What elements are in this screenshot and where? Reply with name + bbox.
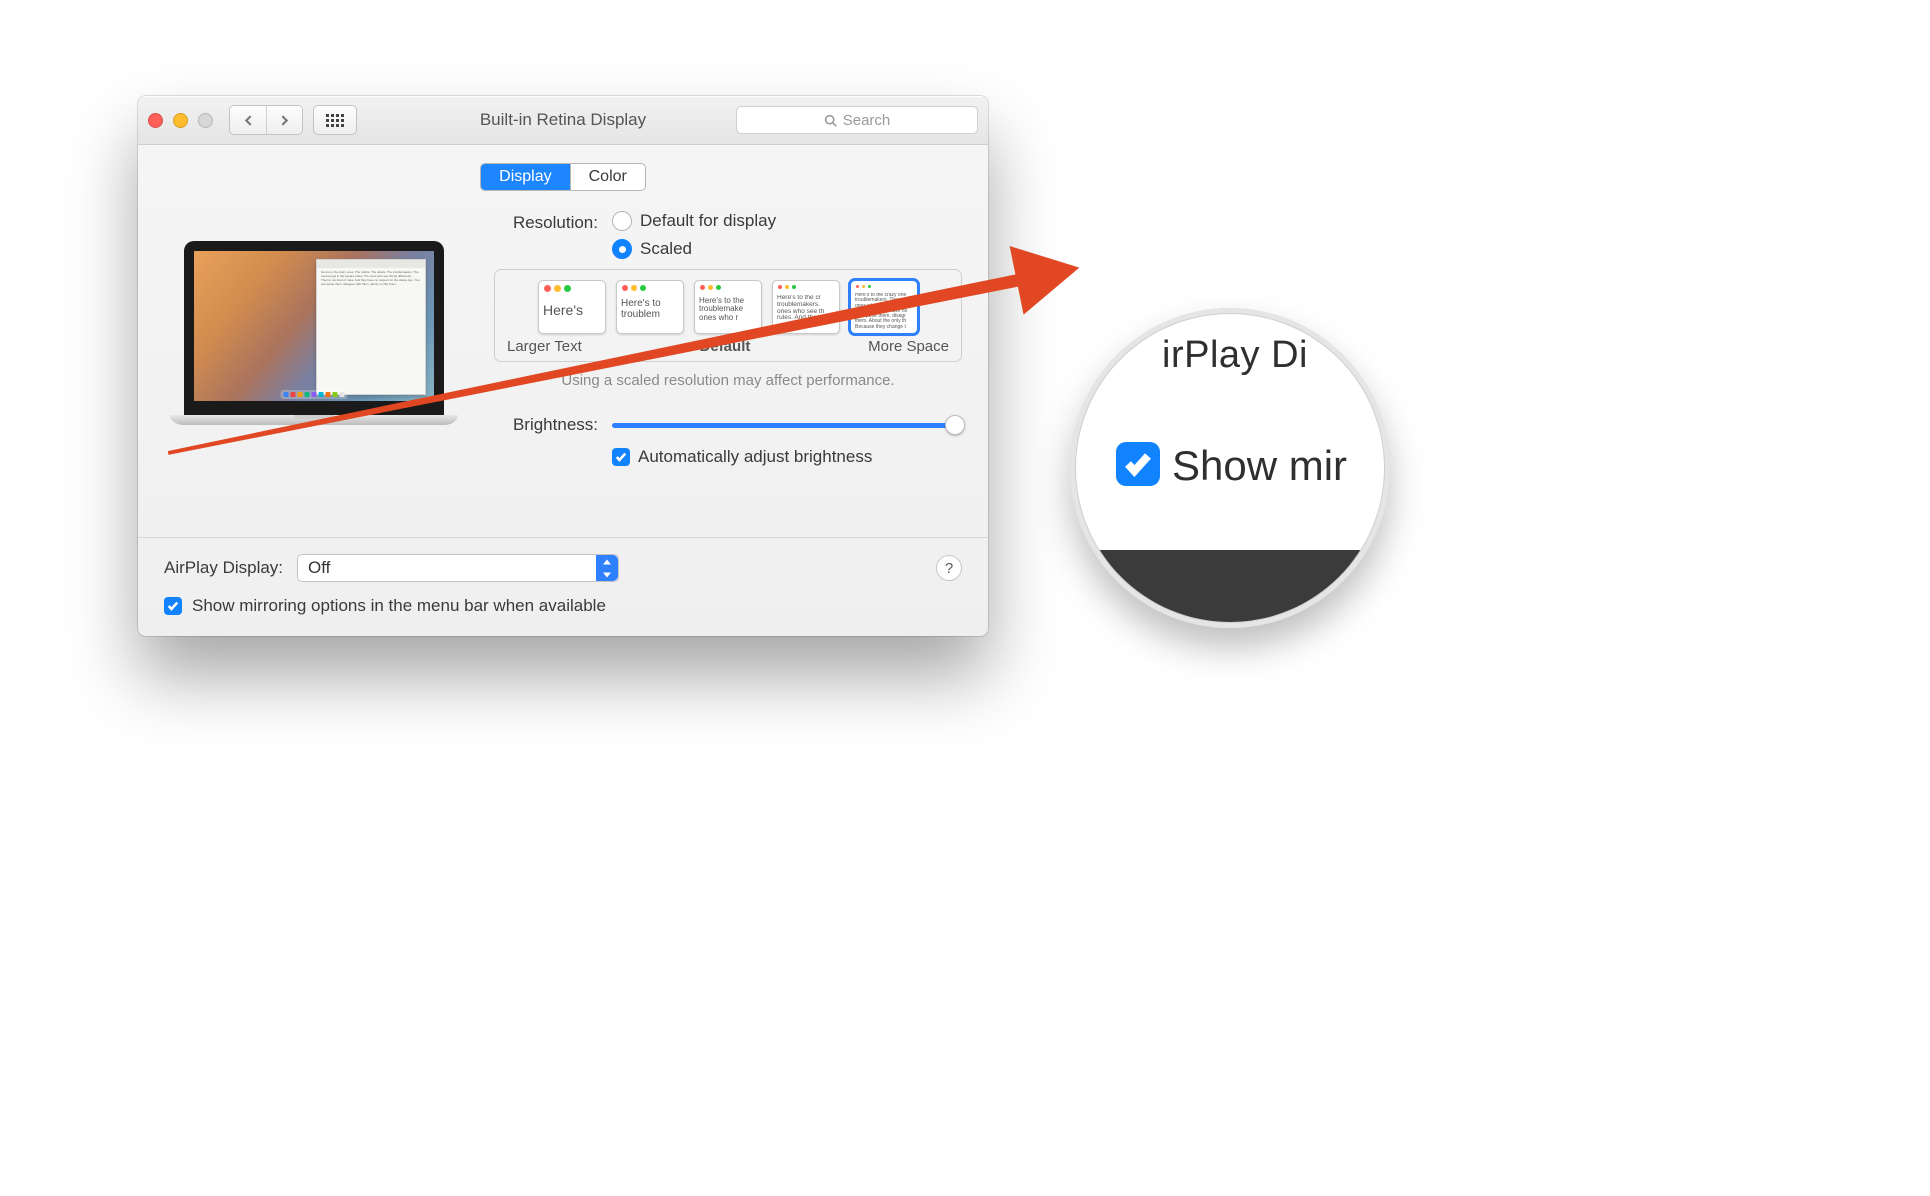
radio-icon <box>612 239 632 259</box>
auto-brightness-label: Automatically adjust brightness <box>638 447 872 467</box>
search-placeholder: Search <box>843 112 891 129</box>
grid-icon <box>326 114 344 127</box>
scale-option-larger-text[interactable]: Here's <box>538 280 606 334</box>
chevron-left-icon <box>243 115 254 126</box>
close-icon[interactable] <box>148 113 163 128</box>
chevron-right-icon <box>279 115 290 126</box>
back-button[interactable] <box>230 106 266 134</box>
show-mirroring-checkbox[interactable] <box>164 597 182 615</box>
help-button[interactable]: ? <box>936 555 962 581</box>
magnified-airplay-text: irPlay Di <box>1162 334 1308 377</box>
window-body: Display Color Here's to the crazy ones. … <box>138 145 988 636</box>
radio-scaled[interactable]: Scaled <box>612 239 776 259</box>
brightness-slider[interactable] <box>612 423 962 428</box>
nav-back-forward <box>229 105 303 135</box>
dock-icon <box>281 390 348 399</box>
larger-text-caption: Larger Text <box>507 338 582 355</box>
tab-segment: Display Color <box>480 163 646 191</box>
arrow-head-icon <box>1010 233 1087 314</box>
airplay-label: AirPlay Display: <box>164 558 283 578</box>
search-icon <box>824 114 837 127</box>
show-all-button[interactable] <box>313 105 357 135</box>
tab-color[interactable]: Color <box>570 164 645 190</box>
forward-button[interactable] <box>266 106 302 134</box>
magnified-checkbox-icon <box>1116 442 1160 486</box>
search-input[interactable]: Search <box>736 106 978 134</box>
scale-option-2[interactable]: Here's to troublem <box>616 280 684 334</box>
show-mirroring-label: Show mirroring options in the menu bar w… <box>192 596 606 616</box>
titlebar: Built-in Retina Display Search <box>138 96 988 145</box>
radio-label: Scaled <box>640 239 692 259</box>
divider <box>138 537 988 538</box>
airplay-value: Off <box>308 558 330 578</box>
airplay-dropdown[interactable]: Off <box>297 554 619 582</box>
traffic-lights <box>148 113 213 128</box>
magnified-show-text: Show mir <box>1172 442 1347 490</box>
radio-default-for-display[interactable]: Default for display <box>612 211 776 231</box>
slider-fill <box>612 423 955 428</box>
stepper-icon <box>596 555 618 581</box>
tab-display[interactable]: Display <box>481 164 569 190</box>
textedit-preview-window: Here's to the crazy ones. The misfits. T… <box>316 259 426 395</box>
radio-icon <box>612 211 632 231</box>
brightness-label: Brightness: <box>494 415 598 435</box>
macbook-screen: Here's to the crazy ones. The misfits. T… <box>184 241 444 415</box>
more-space-caption: More Space <box>868 338 949 355</box>
slider-knob[interactable] <box>945 415 965 435</box>
magnified-shadow-strip <box>1076 550 1384 622</box>
checkbox-icon <box>612 448 630 466</box>
zoom-icon[interactable] <box>198 113 213 128</box>
radio-label: Default for display <box>640 211 776 231</box>
resolution-label: Resolution: <box>494 211 598 233</box>
minimize-icon[interactable] <box>173 113 188 128</box>
tab-row: Display Color <box>164 163 962 191</box>
auto-brightness-checkbox[interactable]: Automatically adjust brightness <box>612 447 962 467</box>
magnifier-callout: irPlay Di Show mir <box>1070 308 1390 628</box>
